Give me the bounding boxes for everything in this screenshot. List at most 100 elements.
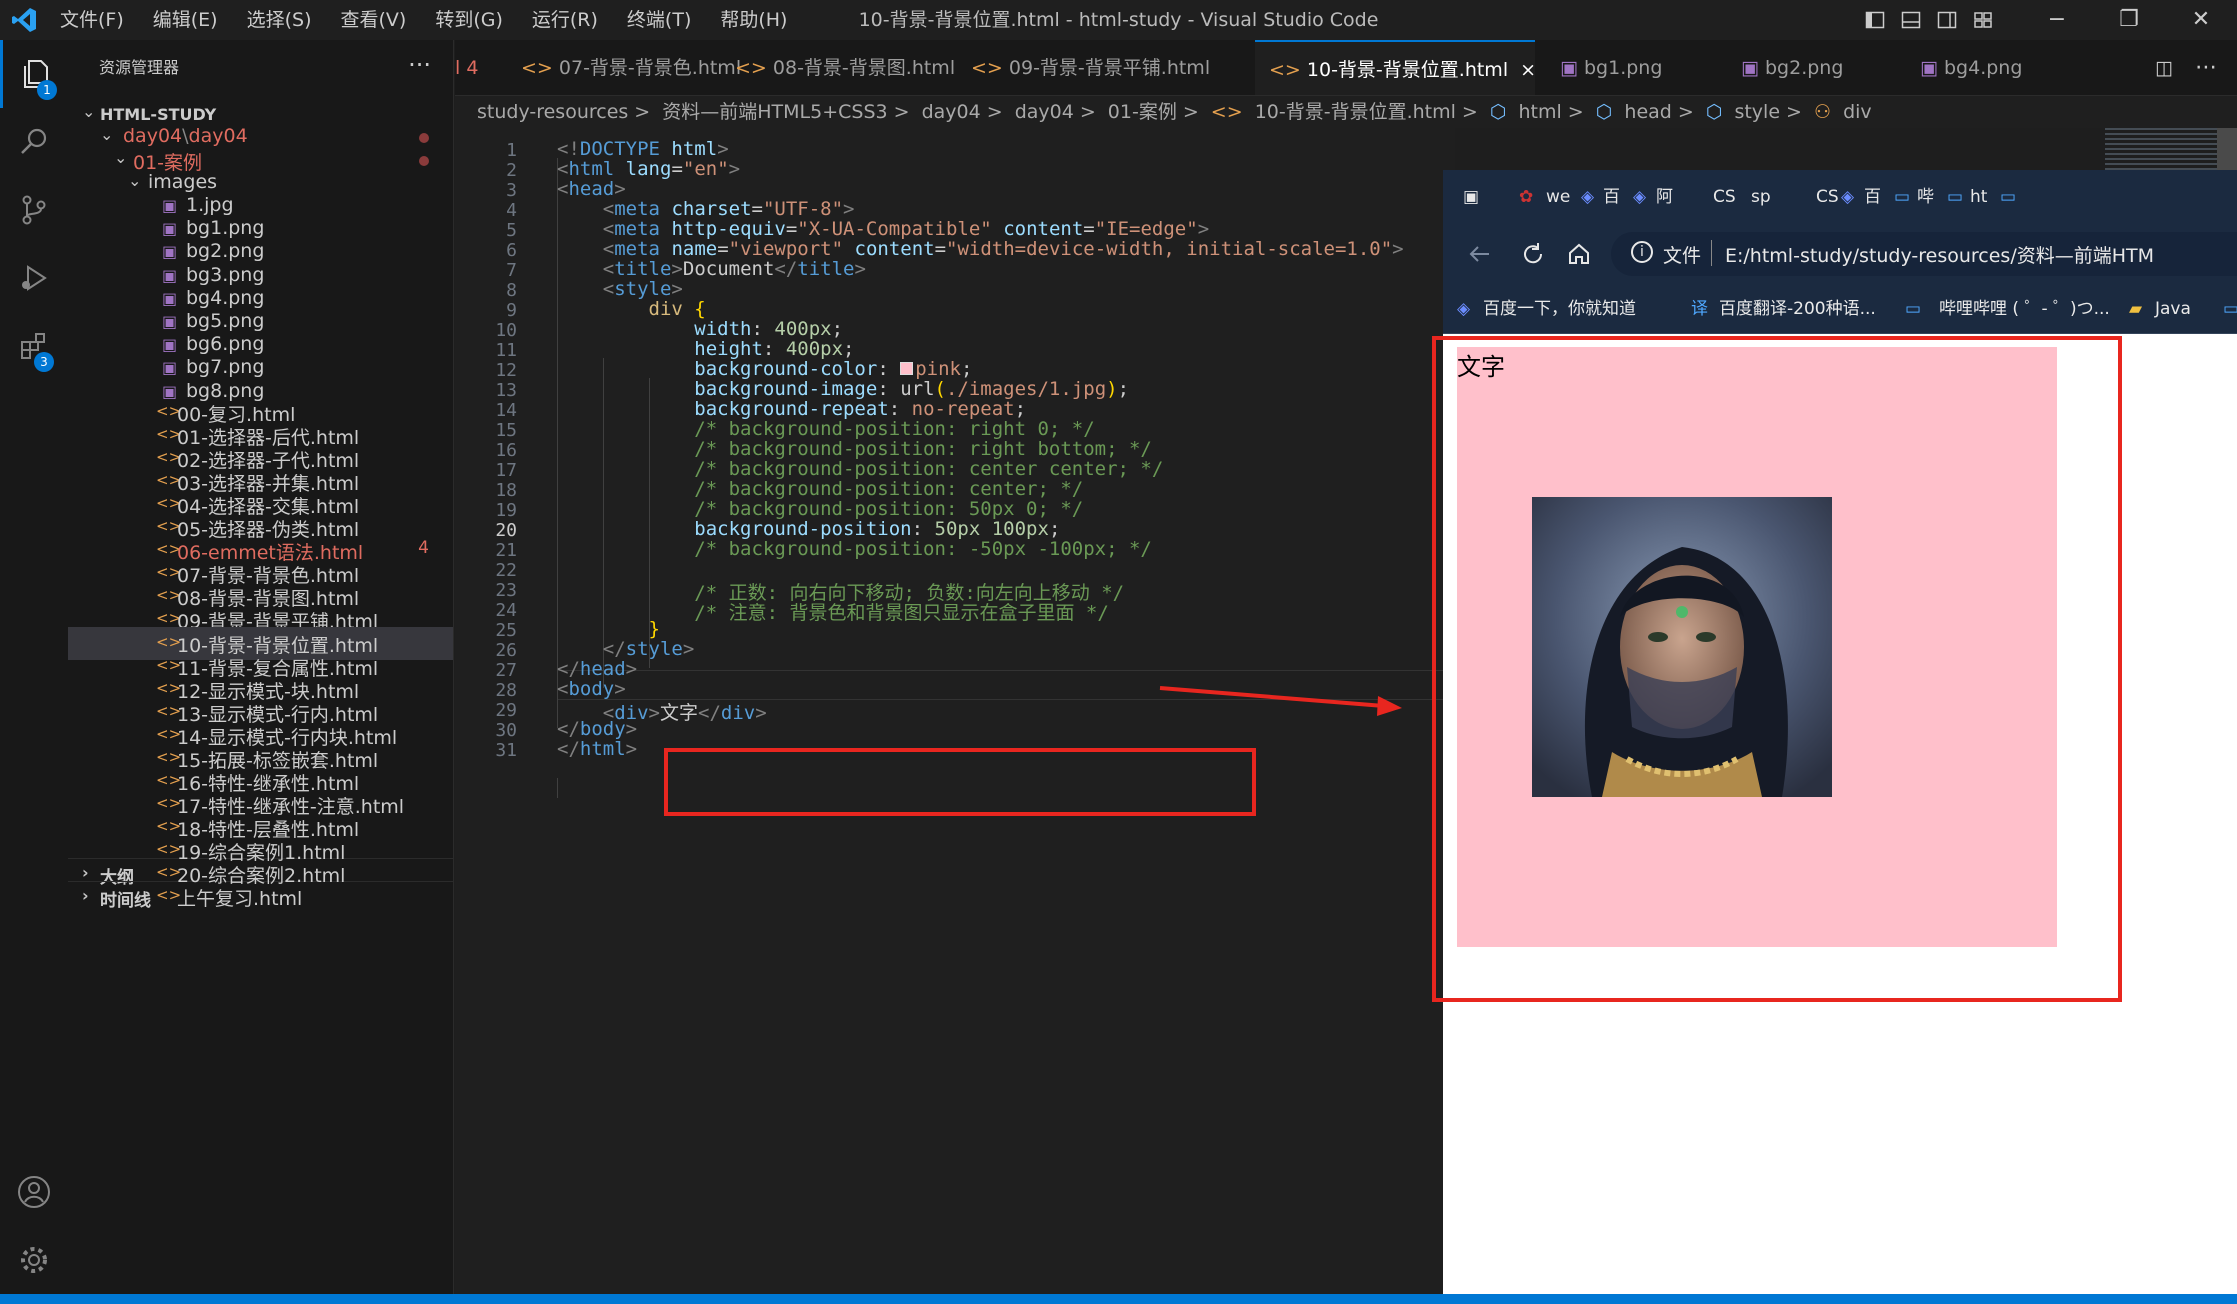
browser-tab[interactable]: we (1546, 182, 1570, 212)
status-bar (0, 1294, 2237, 1304)
close-window-icon[interactable]: ✕ (2165, 0, 2237, 40)
line-number: 8 (506, 280, 517, 301)
favorite-translate[interactable]: 百度翻译-200种语... (1719, 296, 1876, 322)
menu-selection[interactable]: 选择(S) (247, 0, 312, 40)
more-actions-icon[interactable]: ··· (408, 40, 431, 90)
file-scheme-label: 文件 (1663, 245, 1702, 267)
line-number: 25 (495, 620, 517, 641)
browser-tab-actions-icon[interactable]: ▣ (1463, 182, 1479, 212)
minimize-icon[interactable]: − (2021, 0, 2093, 40)
line-number: 28 (495, 680, 517, 701)
line-number: 10 (495, 320, 517, 341)
code-line: background-position: 50px 100px; (694, 518, 1061, 540)
tab-08[interactable]: <> 08-背景-背景图.html (735, 40, 955, 95)
crumb[interactable]: div (1843, 101, 1872, 123)
line-number: 16 (495, 440, 517, 461)
info-icon[interactable]: i (1631, 241, 1653, 263)
url-text[interactable]: E:/html-study/study-resources/资料—前端HTM (1725, 241, 2154, 268)
crumb[interactable]: style (1734, 101, 1780, 123)
source-control-icon[interactable] (0, 176, 68, 244)
back-arrow-icon[interactable] (1465, 240, 1493, 268)
run-debug-icon[interactable] (0, 244, 68, 312)
line-number: 27 (495, 660, 517, 681)
browser-tab[interactable]: sp (1751, 182, 1771, 212)
crumb[interactable]: html (1519, 101, 1562, 123)
symbol-selector-icon: ⚇ (1813, 101, 1832, 123)
menu-file[interactable]: 文件(F) (60, 0, 124, 40)
account-icon[interactable] (0, 1158, 68, 1226)
window-controls: − ❐ ✕ (1857, 0, 2237, 40)
crumb[interactable]: 10-背景-背景位置.html (1255, 101, 1456, 123)
address-bar[interactable]: i 文件 E:/html-study/study-resources/资料—前端… (1611, 232, 2237, 276)
line-number: 26 (495, 640, 517, 661)
tab-bg2[interactable]: ▣ bg2.png (1741, 40, 1861, 95)
tab-10-active[interactable]: <> 10-背景-背景位置.html × (1255, 40, 1536, 95)
baidu-icon: ◈ (1841, 187, 1855, 207)
html-file-item[interactable]: <> 上午复习.html (68, 880, 453, 913)
restore-icon[interactable]: ❐ (2093, 0, 2165, 40)
toggle-sidebar-icon[interactable] (1857, 0, 1893, 40)
activity-bar: 1 3 (0, 40, 68, 1296)
line-number: 2 (506, 160, 517, 181)
browser-tab[interactable]: CS (1713, 182, 1736, 212)
crumb[interactable]: study-resources (477, 101, 628, 123)
tab-overflow[interactable]: l 4 (455, 40, 505, 95)
line-number: 7 (506, 260, 517, 281)
browser-tab[interactable]: ht (1970, 182, 1987, 212)
favorite-baidu[interactable]: 百度一下，你就知道 (1483, 296, 1636, 322)
menu-help[interactable]: 帮助(H) (720, 0, 787, 40)
menu-terminal[interactable]: 终端(T) (627, 0, 691, 40)
browser-tab[interactable]: 百 (1864, 182, 1881, 212)
code-line: </style> (602, 638, 695, 660)
code-line: <html lang="en"> (557, 158, 741, 180)
menu-go[interactable]: 转到(G) (435, 0, 503, 40)
translate-icon: 译 (1691, 299, 1708, 319)
browser-tab[interactable]: 哔 (1917, 182, 1934, 212)
tab-07[interactable]: <> 07-背景-背景色.html (521, 40, 741, 95)
vscode-logo-icon (12, 8, 36, 32)
tab-bg4[interactable]: ▣ bg4.png (1920, 40, 2040, 95)
split-editor-icon[interactable]: ◫ (2155, 40, 2185, 95)
line-number: 31 (495, 740, 517, 761)
crumb[interactable]: head (1624, 101, 1671, 123)
close-tab-icon[interactable]: × (1520, 59, 1536, 81)
browser-tab[interactable]: 阿 (1656, 182, 1673, 212)
code-line: <body> (557, 678, 626, 700)
extensions-icon[interactable]: 3 (0, 312, 68, 380)
browser-tab[interactable]: CS (1816, 182, 1839, 212)
menu-view[interactable]: 查看(V) (341, 0, 407, 40)
menu-edit[interactable]: 编辑(E) (153, 0, 218, 40)
image-file-icon: ▣ (162, 312, 178, 331)
color-swatch[interactable] (900, 362, 914, 375)
tab-09[interactable]: <> 09-背景-背景平铺.html (971, 40, 1233, 95)
code-line: <meta charset="UTF-8"> (602, 198, 855, 220)
title-bar: 文件(F) 编辑(E) 选择(S) 查看(V) 转到(G) 运行(R) 终端(T… (0, 0, 2237, 40)
code-line: /* background-position: -50px -100px; */ (694, 538, 1152, 560)
crumb[interactable]: 01-案例 (1108, 101, 1177, 123)
favorite-java-folder[interactable]: Java (2155, 296, 2191, 322)
editor-more-icon[interactable]: ⋯ (2195, 40, 2225, 95)
toggle-panel-icon[interactable] (1893, 0, 1929, 40)
huawei-icon: ✿ (1519, 187, 1534, 207)
tab-bg1[interactable]: ▣ bg1.png (1560, 40, 1680, 95)
settings-gear-icon[interactable] (0, 1226, 68, 1294)
code-line: width: 400px; (694, 318, 844, 340)
crumb[interactable]: day04 (922, 101, 981, 123)
toggle-secondary-sidebar-icon[interactable] (1929, 0, 1965, 40)
code-line: <meta http-equiv="X-UA-Compatible" conte… (602, 218, 1210, 240)
code-line: /* background-position: center center; *… (694, 458, 1164, 480)
crumb[interactable]: day04 (1015, 101, 1074, 123)
line-number: 29 (495, 700, 517, 721)
code-line: <style> (602, 278, 683, 300)
menu-run[interactable]: 运行(R) (532, 0, 598, 40)
customize-layout-icon[interactable] (1965, 0, 2001, 40)
explorer-header: 资源管理器 (99, 58, 180, 77)
bilibili-icon: ▭ (1894, 187, 1911, 207)
explorer-icon[interactable]: 1 (0, 40, 68, 108)
search-icon[interactable] (0, 108, 68, 176)
browser-tab[interactable]: 百 (1603, 182, 1620, 212)
crumb[interactable]: 资料—前端HTML5+CSS3 (662, 101, 887, 123)
home-icon[interactable] (1565, 240, 1593, 268)
favorite-bilibili[interactable]: 哔哩哔哩 ( ゜- ゜)つ... (1939, 296, 2110, 322)
refresh-icon[interactable] (1519, 240, 1547, 268)
